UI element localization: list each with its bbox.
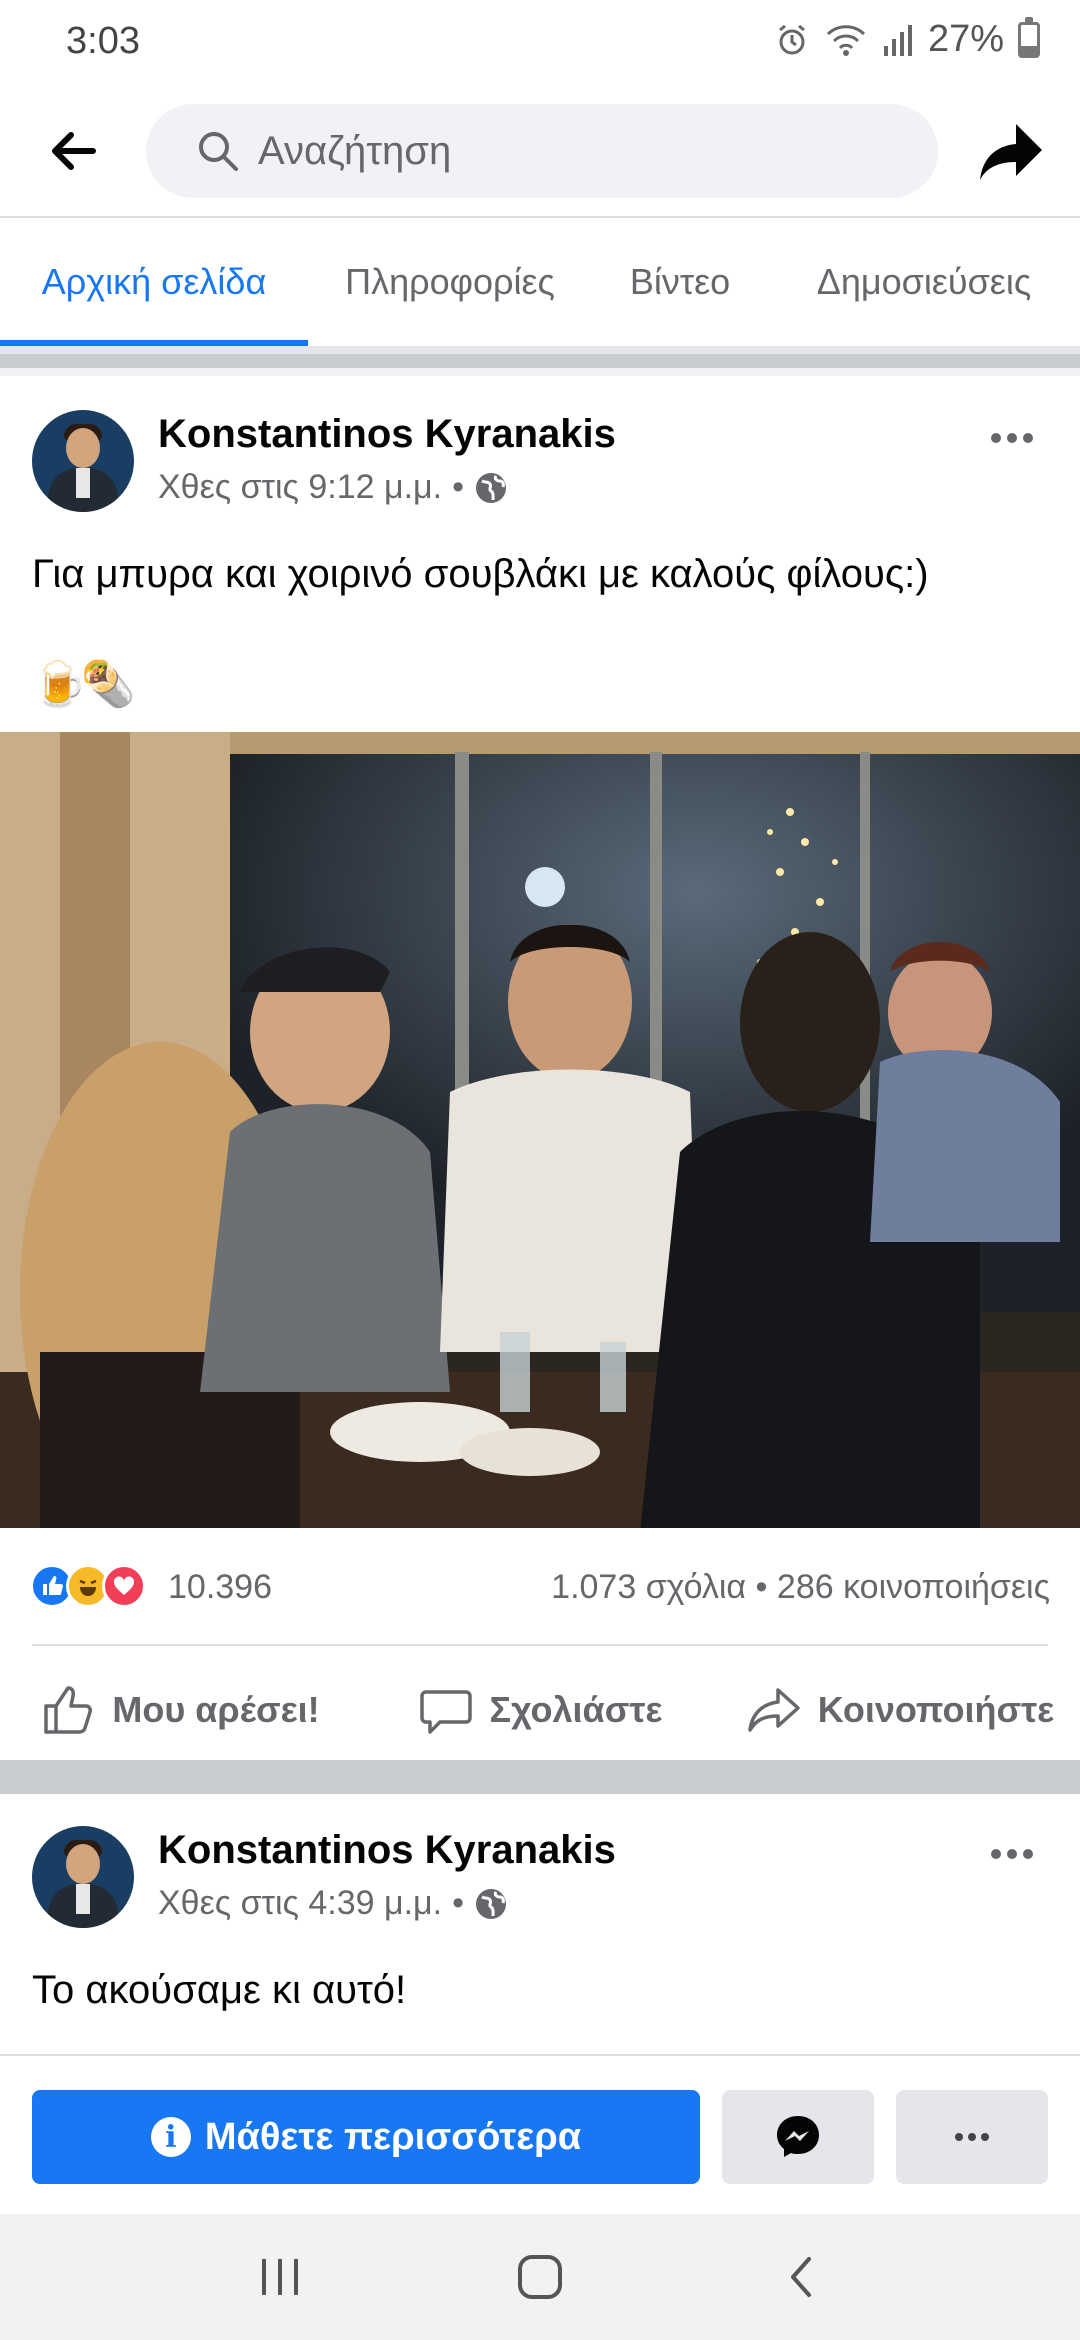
post-text: Το ακούσαμε κι αυτό! [32, 1968, 407, 2012]
post-divider [0, 1760, 1080, 1794]
globe-icon [475, 1888, 506, 1919]
learn-more-button[interactable]: i Μάθετε περισσότερα [32, 2090, 700, 2184]
post-text: Για μπυρα και χοιρινό σουβλάκι με καλούς… [32, 552, 929, 596]
status-icons: 27% [774, 16, 1040, 61]
post-emoji: 🍺🌯 [32, 660, 136, 709]
tab-home[interactable]: Αρχική σελίδα [0, 218, 308, 346]
tab-posts-label: Δημοσιεύσεις [816, 261, 1032, 302]
comment-bubble-icon [419, 1690, 472, 1734]
share-page-button[interactable] [976, 120, 1046, 184]
avatar[interactable] [32, 410, 134, 512]
stats-separator: • [755, 1568, 768, 1606]
search-icon [199, 132, 238, 171]
top-header [0, 84, 1080, 218]
alarm-icon [779, 24, 805, 54]
tab-home-label: Αρχική σελίδα [41, 261, 267, 302]
share-icon [748, 1688, 800, 1732]
home-square-icon [518, 2255, 562, 2299]
comment-label: Σχολιάστε [489, 1689, 663, 1730]
share-count[interactable]: 286 κοινοποιήσεις [777, 1568, 1050, 1606]
globe-icon [475, 472, 506, 503]
post-time[interactable]: Χθες στις 9:12 μ.μ. [158, 468, 442, 507]
post-options-button[interactable] [982, 418, 1042, 458]
system-back-button[interactable] [750, 2237, 850, 2317]
like-label: Μου αρέσει! [112, 1689, 320, 1730]
section-divider [0, 346, 1080, 376]
back-button[interactable] [36, 118, 110, 184]
post-time[interactable]: Χθες στις 4:39 μ.μ. [158, 1884, 442, 1923]
wifi-icon [826, 24, 865, 56]
post-meta: Χθες στις 9:12 μ.μ. • [158, 468, 508, 507]
tab-about[interactable]: Πληροφορίες [308, 218, 592, 346]
love-icon [102, 1564, 146, 1608]
post-actions: Μου αρέσει! Σχολιάστε Κοινοποιήστε [0, 1660, 1080, 1760]
home-button[interactable] [490, 2237, 590, 2317]
post-author[interactable]: Konstantinos Kyranakis [158, 412, 616, 457]
recent-apps-button[interactable] [230, 2237, 330, 2317]
meta-separator: • [452, 468, 464, 506]
chevron-left-icon [791, 2257, 811, 2297]
restaurant-photo-image [0, 732, 1080, 1528]
messenger-icon [777, 2116, 819, 2157]
thumbs-up-icon [44, 1686, 93, 1734]
share-label: Κοινοποιήστε [817, 1689, 1055, 1730]
comment-share-stats: 1.073 σχόλια • 286 κοινοποιήσεις [551, 1568, 1050, 1607]
comment-button[interactable]: Σχολιάστε [360, 1660, 720, 1760]
post-header: Konstantinos Kyranakis Χθες στις 9:12 μ.… [0, 410, 1080, 530]
meta-separator: • [452, 1884, 464, 1922]
tab-videos-label: Βίντεο [629, 261, 731, 302]
search-bar[interactable] [146, 104, 938, 198]
comment-count[interactable]: 1.073 σχόλια [551, 1568, 746, 1606]
avatar[interactable] [32, 1826, 134, 1928]
battery-percent: 27% [927, 18, 1004, 60]
like-button[interactable]: Μου αρέσει! [0, 1660, 360, 1760]
battery-icon [1018, 16, 1040, 58]
actions-divider [32, 1644, 1048, 1646]
post-header: Konstantinos Kyranakis Χθες στις 4:39 μ.… [0, 1826, 1080, 1946]
reaction-icons [30, 1564, 146, 1608]
post-author[interactable]: Konstantinos Kyranakis [158, 1828, 616, 1873]
share-button[interactable]: Κοινοποιήστε [720, 1660, 1080, 1760]
recent-apps-icon [262, 2259, 298, 2295]
tab-videos[interactable]: Βίντεο [592, 218, 768, 346]
post-meta: Χθες στις 4:39 μ.μ. • [158, 1884, 508, 1923]
messenger-button[interactable] [722, 2090, 874, 2184]
info-icon: i [150, 2117, 191, 2157]
reaction-count: 10.396 [168, 1568, 272, 1606]
more-options-button[interactable] [896, 2090, 1048, 2184]
post-photo[interactable] [0, 732, 1080, 1528]
reactions-summary[interactable]: 10.396 1.073 σχόλια • 286 κοινοποιήσεις [0, 1556, 1080, 1616]
signal-icon [883, 24, 912, 56]
arrow-left-icon [52, 132, 96, 170]
tab-about-label: Πληροφορίες [345, 261, 555, 302]
status-bar: 3:03 27% [0, 0, 1080, 84]
status-time: 3:03 [66, 20, 140, 62]
page-tabs: Αρχική σελίδα Πληροφορίες Βίντεο Δημοσιε… [0, 218, 1080, 346]
tab-posts[interactable]: Δημοσιεύσεις [768, 218, 1080, 346]
system-nav-bar [0, 2214, 1080, 2340]
search-input[interactable] [258, 128, 858, 174]
share-arrow-icon [980, 124, 1042, 180]
learn-more-label: Μάθετε περισσότερα [204, 2115, 582, 2158]
post-options-button[interactable] [982, 1834, 1042, 1874]
cta-bar: i Μάθετε περισσότερα [0, 2054, 1080, 2214]
